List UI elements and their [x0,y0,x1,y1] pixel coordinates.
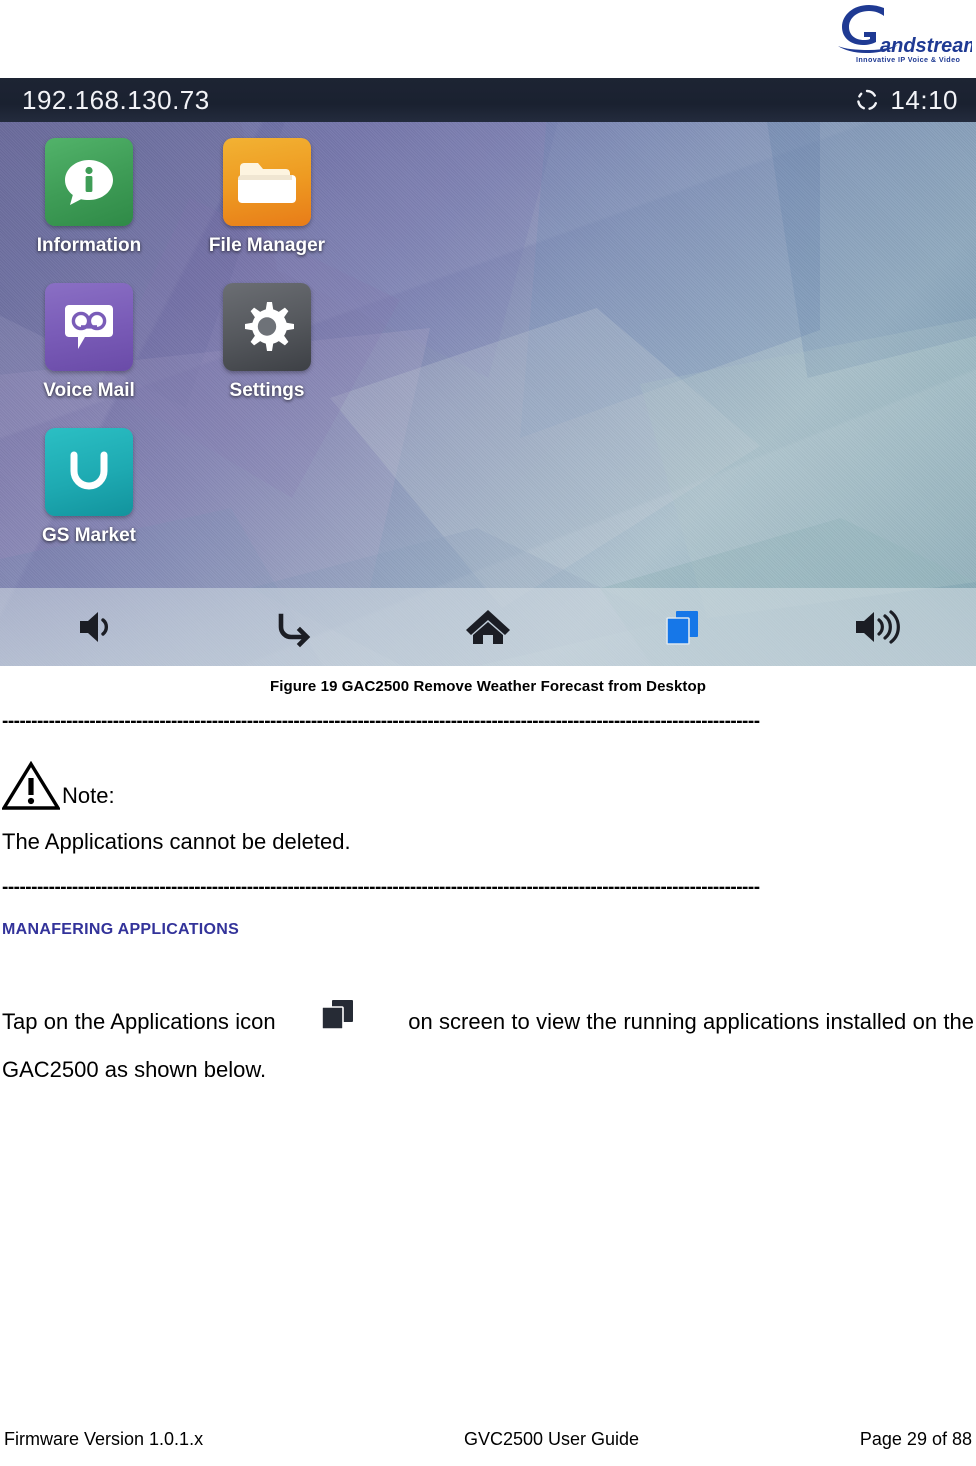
info-bubble-icon[interactable] [45,138,133,226]
footer-document-title: GVC2500 User Guide [463,1429,640,1449]
back-icon[interactable] [233,594,353,660]
page-footer: Firmware Version 1.0.1.x GVC2500 User Gu… [0,1429,976,1450]
app-row: GS Market [0,420,420,565]
app-row: Information File Manager [0,130,420,275]
horizontal-rule-top: ----------------------------------------… [2,715,760,729]
note-label: Note: [62,783,115,808]
note-heading: Note: [2,759,974,811]
rotating-sync-icon [857,89,878,110]
navigation-bar [0,588,976,666]
app-label: Voice Mail [43,380,135,401]
app-gs-market[interactable]: GS Market [0,420,178,565]
recent-apps-icon[interactable] [623,594,743,660]
section-heading: MANAFERING APPLICATIONS [2,921,240,938]
page-header: andstream Innovative IP Voice & Video [0,0,976,78]
app-file-manager[interactable]: File Manager [178,130,356,275]
app-label: File Manager [208,235,326,256]
app-label: GS Market [42,525,136,546]
figure-caption: Figure 19 GAC2500 Remove Weather Forecas… [269,678,707,695]
folder-icon[interactable] [223,138,311,226]
app-grid: Information File Manager Voice Mail Sett… [0,130,420,565]
ip-address-label: 192.168.130.73 [22,84,210,115]
app-voice-mail[interactable]: Voice Mail [0,275,178,420]
svg-text:Innovative IP Voice & Video: Innovative IP Voice & Video [856,55,960,64]
app-information[interactable]: Information [0,130,178,275]
app-label: Settings [229,380,305,401]
clock-label: 14:10 [890,84,958,115]
note-text: The Applications cannot be deleted. [2,829,351,854]
status-bar: 192.168.130.73 14:10 [0,78,976,122]
horizontal-rule-bottom: ----------------------------------------… [2,881,760,895]
recent-apps-icon [316,997,360,1049]
shopping-bag-icon[interactable] [45,428,133,516]
volume-up-icon[interactable] [818,594,938,660]
app-cell-empty [178,420,356,565]
paragraph-text-before: Tap on the Applications icon [2,1009,276,1034]
warning-triangle-icon [2,761,60,810]
device-screenshot: 192.168.130.73 14:10 Information File Ma… [0,78,976,666]
footer-page-number: Page 29 of 88 [859,1429,972,1449]
document-body: Figure 19 GAC2500 Remove Weather Forecas… [0,678,976,1091]
volume-down-icon[interactable] [38,594,158,660]
svg-text:andstream: andstream [880,35,972,57]
app-settings[interactable]: Settings [178,275,356,420]
grandstream-logo: andstream Innovative IP Voice & Video [838,5,972,64]
gear-icon[interactable] [223,283,311,371]
footer-firmware-version: Firmware Version 1.0.1.x [4,1429,204,1449]
voicemail-tape-icon[interactable] [45,283,133,371]
app-label: Information [36,235,142,256]
body-paragraph: Tap on the Applications icon on screen t… [2,997,974,1091]
status-bar-right: 14:10 [854,85,958,116]
app-row: Voice Mail Settings [0,275,420,420]
home-icon[interactable] [428,594,548,660]
